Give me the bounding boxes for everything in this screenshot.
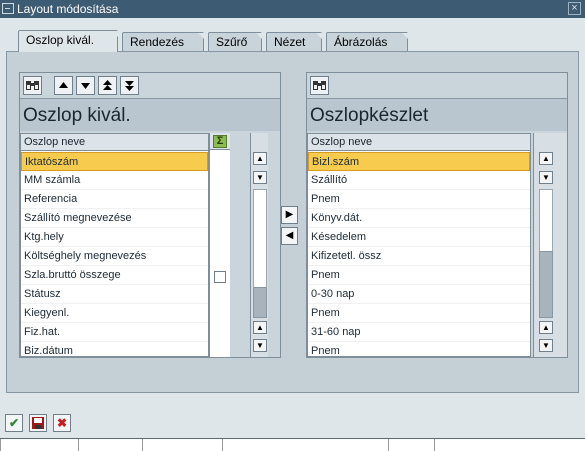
layout-dialog: Layout módosítása × Oszlop kivál. Rendez…: [0, 0, 585, 451]
tab-sort[interactable]: Rendezés: [122, 32, 204, 51]
list-item[interactable]: Szállító megnevezése: [21, 209, 208, 228]
window-title: Layout módosítása: [17, 2, 119, 16]
column-name-header: Oszlop neve: [21, 134, 208, 151]
save-icon[interactable]: [29, 414, 47, 432]
scroll-down-icon[interactable]: ▼: [539, 339, 553, 352]
double-arrow-up-icon[interactable]: [98, 76, 117, 95]
right-scrollbar[interactable]: ▲ ▼ ▲ ▼: [533, 133, 567, 357]
scroll-down-icon[interactable]: ▼: [539, 171, 553, 184]
check-icon[interactable]: ✔: [5, 414, 23, 432]
arrow-left-icon[interactable]: ◀: [281, 227, 298, 245]
find-icon[interactable]: [310, 76, 329, 95]
tab-label: Rendezés: [130, 35, 185, 49]
list-item[interactable]: Biz.dátum: [21, 342, 208, 357]
dialog-button-bar: ✔ ✖: [0, 410, 585, 436]
list-item[interactable]: Szállító: [308, 171, 530, 190]
arrow-up-icon[interactable]: [54, 76, 73, 95]
left-scrollbar[interactable]: ▲ ▼ ▲ ▼: [250, 133, 268, 357]
title-bar: Layout módosítása ×: [0, 0, 585, 18]
column-name-header: Oszlop neve: [308, 134, 530, 151]
scroll-up-icon[interactable]: ▲: [539, 321, 553, 334]
scroll-down-icon[interactable]: ▼: [253, 339, 267, 352]
list-item[interactable]: Pnem: [308, 342, 530, 357]
list-item[interactable]: MM számla: [21, 171, 208, 190]
list-item[interactable]: Iktatószám: [21, 152, 208, 171]
tab-label: Nézet: [274, 35, 306, 49]
displayed-columns-title: Oszlop kivál.: [20, 98, 280, 131]
sum-column: Σ: [209, 133, 230, 357]
arrow-down-icon[interactable]: [76, 76, 95, 95]
left-toolbar: [20, 73, 280, 98]
cancel-icon[interactable]: ✖: [53, 414, 71, 432]
sum-checkbox[interactable]: [214, 271, 226, 283]
list-item[interactable]: Fiz.hat.: [21, 323, 208, 342]
tab-label: Oszlop kivál.: [26, 33, 95, 47]
tab-label: Szűrő: [216, 35, 248, 49]
scroll-up-icon[interactable]: ▲: [253, 321, 267, 334]
list-item[interactable]: Szla.bruttó összege: [21, 266, 208, 285]
displayed-columns-box: Oszlop kivál. Oszlop neve Iktatószám MM …: [19, 72, 281, 358]
list-item[interactable]: 0-30 nap: [308, 285, 530, 304]
background-table-strip: [0, 438, 585, 451]
find-icon[interactable]: [23, 76, 42, 95]
list-item[interactable]: Kiegyenl.: [21, 304, 208, 323]
list-item[interactable]: Státusz: [21, 285, 208, 304]
list-item[interactable]: Költséghely megnevezés: [21, 247, 208, 266]
scroll-thumb[interactable]: [253, 287, 267, 318]
double-arrow-down-icon[interactable]: [120, 76, 139, 95]
window-icon: [2, 3, 14, 14]
tab-label: Ábrázolás: [334, 35, 388, 49]
scroll-up-icon[interactable]: ▲: [539, 152, 553, 165]
sigma-icon[interactable]: Σ: [213, 135, 227, 148]
arrow-right-icon[interactable]: ▶: [281, 206, 298, 224]
list-item[interactable]: Bizl.szám: [308, 152, 530, 171]
tab-display[interactable]: Ábrázolás: [326, 32, 408, 51]
scroll-down-icon[interactable]: ▼: [253, 171, 267, 184]
list-item[interactable]: Ktg.hely: [21, 228, 208, 247]
right-toolbar: [307, 73, 567, 98]
scroll-up-icon[interactable]: ▲: [253, 152, 267, 165]
column-set-list: Oszlop neve Bizl.szám Szállító Pnem Köny…: [307, 133, 531, 357]
list-item[interactable]: Pnem: [308, 190, 530, 209]
tab-column-select[interactable]: Oszlop kivál.: [18, 30, 118, 52]
list-item[interactable]: Könyv.dát.: [308, 209, 530, 228]
list-item[interactable]: Referencia: [21, 190, 208, 209]
tab-view[interactable]: Nézet: [266, 32, 322, 51]
list-item[interactable]: Pnem: [308, 266, 530, 285]
column-set-title: Oszlopkészlet: [307, 98, 567, 131]
list-item[interactable]: Késedelem: [308, 228, 530, 247]
list-item[interactable]: Kifizetetl. össz: [308, 247, 530, 266]
close-icon[interactable]: ×: [568, 2, 581, 15]
tab-filter[interactable]: Szűrő: [208, 32, 262, 51]
column-set-box: Oszlopkészlet Oszlop neve Bizl.szám Szál…: [306, 72, 568, 358]
displayed-columns-list: Oszlop neve Iktatószám MM számla Referen…: [20, 133, 209, 357]
scroll-thumb[interactable]: [539, 251, 553, 318]
list-item[interactable]: Pnem: [308, 304, 530, 323]
list-item[interactable]: 31-60 nap: [308, 323, 530, 342]
